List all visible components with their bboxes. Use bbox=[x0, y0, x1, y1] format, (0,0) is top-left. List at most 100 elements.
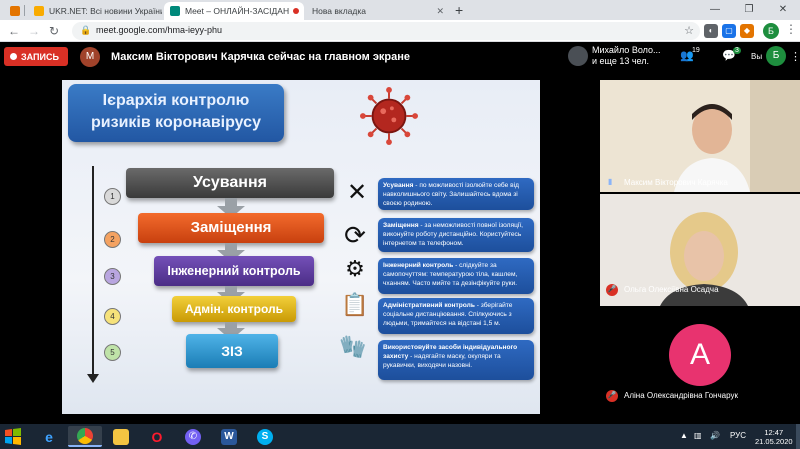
system-clock[interactable]: 12:47 21.05.2020 bbox=[755, 428, 793, 446]
extension-icon[interactable]: ◆ bbox=[740, 24, 754, 38]
pinned-tab[interactable] bbox=[4, 2, 22, 20]
skype-icon: S bbox=[257, 428, 273, 445]
volume-icon[interactable]: 🔊 bbox=[710, 431, 720, 440]
recording-badge: ЗАПИСЬ bbox=[4, 47, 68, 66]
clipboard-checklist-icon: 📋 bbox=[341, 292, 369, 317]
extension-icon[interactable]: ◐ bbox=[704, 24, 718, 38]
slide-title-line2: ризиків коронавірусу bbox=[91, 114, 261, 131]
tab-title: Meet – ОНЛАЙН-ЗАСІДАН bbox=[185, 6, 290, 16]
network-icon[interactable]: ▥ bbox=[694, 431, 702, 440]
tab-new[interactable]: Нова вкладка ✕ bbox=[306, 2, 450, 20]
mic-muted-icon: 🎤 bbox=[606, 284, 618, 296]
tab-title: UKR.NET: Всі новини України, о bbox=[49, 6, 162, 16]
tray-expand-icon[interactable]: ▲ bbox=[680, 431, 688, 440]
taskbar-word[interactable]: W bbox=[212, 426, 246, 447]
step-number: 3 bbox=[104, 268, 121, 285]
slide-title: Ієрархія контролю ризиків коронавірусу bbox=[68, 84, 284, 142]
viber-icon: ✆ bbox=[185, 428, 201, 445]
record-label: ЗАПИСЬ bbox=[21, 51, 59, 62]
gears-icon: ⚙ bbox=[345, 256, 365, 281]
tier-engineering: Інженерний контроль bbox=[154, 256, 314, 286]
tier-connector bbox=[225, 198, 237, 206]
self-avatar[interactable]: Б bbox=[766, 46, 786, 66]
mic-muted-icon: 🎤 bbox=[606, 390, 618, 402]
description-ppe: Використовуйте засоби індивідуального за… bbox=[378, 340, 534, 380]
tier-elimination: Усування bbox=[126, 168, 334, 198]
more-options-icon[interactable]: ⋮ bbox=[790, 50, 800, 63]
participant-avatar: А bbox=[669, 324, 731, 386]
tab-title: Нова вкладка bbox=[312, 6, 366, 16]
input-language[interactable]: РУС bbox=[730, 431, 746, 440]
participant-name: Максим Вікторович Карячка bbox=[624, 178, 728, 187]
taskbar-chrome[interactable] bbox=[68, 426, 102, 447]
close-tab-icon[interactable]: ✕ bbox=[432, 6, 444, 17]
show-desktop-button[interactable] bbox=[796, 424, 800, 449]
taskbar-skype[interactable]: S bbox=[248, 426, 282, 447]
description-engineering: Інженерний контроль - слідкуйте за самоп… bbox=[378, 258, 534, 294]
hierarchy-arrow bbox=[92, 166, 94, 378]
tab-divider bbox=[24, 5, 25, 16]
taskbar-explorer[interactable] bbox=[104, 426, 138, 447]
mic-active-icon: ▮ bbox=[608, 177, 613, 186]
description-substitution: Заміщення - за неможливості повної ізоля… bbox=[378, 218, 534, 252]
close-tab-icon[interactable]: ✕ bbox=[299, 6, 304, 17]
windows-start-icon[interactable] bbox=[4, 428, 22, 445]
participant-video bbox=[600, 80, 800, 192]
lock-icon: 🔒 bbox=[80, 25, 92, 35]
word-icon: W bbox=[221, 428, 237, 445]
pinned-participants[interactable]: Михайло Воло... и еще 13 чел. bbox=[592, 45, 660, 67]
tab-ukrnet[interactable]: UKR.NET: Всі новини України, о bbox=[28, 2, 162, 20]
step-number: 4 bbox=[104, 308, 121, 325]
address-bar[interactable]: 🔒 meet.google.com/hma-ieyy-phu ☆ bbox=[72, 22, 700, 40]
presenter-avatar: М bbox=[80, 47, 100, 67]
description-head: Заміщення bbox=[383, 222, 419, 229]
profile-avatar[interactable]: Б bbox=[763, 23, 779, 39]
clock-date: 21.05.2020 bbox=[755, 437, 793, 446]
tier-ppe: ЗІЗ bbox=[186, 334, 278, 368]
close-window-icon[interactable]: ✕ bbox=[766, 0, 800, 20]
taskbar-ie[interactable]: e bbox=[32, 426, 66, 447]
bookmark-star-icon[interactable]: ☆ bbox=[684, 24, 694, 37]
presentation-slide: Ієрархія контролю ризиків коронавірусу 1… bbox=[62, 80, 540, 414]
back-icon[interactable]: ← bbox=[6, 23, 22, 39]
description-head: Усування bbox=[383, 182, 414, 189]
tier-substitution: Заміщення bbox=[138, 213, 324, 243]
tab-meet[interactable]: Meet – ОНЛАЙН-ЗАСІДАН ✕ bbox=[164, 2, 304, 20]
pinned-participant-thumb[interactable] bbox=[568, 46, 588, 66]
minimize-icon[interactable]: — bbox=[698, 0, 732, 20]
participant-name: Ольга Олексіївна Осадча bbox=[624, 285, 719, 294]
browser-tab-strip: UKR.NET: Всі новини України, о Meet – ОН… bbox=[0, 0, 800, 20]
record-dot-icon bbox=[10, 53, 17, 60]
taskbar-viber[interactable]: ✆ bbox=[176, 426, 210, 447]
new-tab-button[interactable]: + bbox=[455, 2, 463, 18]
maximize-icon[interactable]: ❐ bbox=[732, 0, 766, 20]
opera-icon: O bbox=[151, 428, 163, 445]
coronavirus-icon bbox=[360, 87, 418, 145]
taskbar-opera[interactable]: O bbox=[140, 426, 174, 447]
gloves-icon: 🧤 bbox=[339, 334, 367, 359]
url-text: meet.google.com/hma-ieyy-phu bbox=[96, 25, 223, 35]
you-label: Вы bbox=[751, 52, 763, 61]
step-number: 5 bbox=[104, 344, 121, 361]
os-taskbar: e O ✆ W S ▲ ▥ 🔊 РУС 12:47 21.05.2020 bbox=[0, 424, 800, 449]
extension-icon[interactable]: ▢ bbox=[722, 24, 736, 38]
description-head: Адміністративний контроль bbox=[383, 302, 475, 309]
presenter-status: Максим Вікторович Карячка сейчас на глав… bbox=[111, 51, 411, 63]
close-x-icon: ✕ bbox=[346, 179, 368, 206]
reload-icon[interactable]: ↻ bbox=[46, 23, 62, 39]
chrome-icon bbox=[77, 427, 93, 444]
step-number: 2 bbox=[104, 231, 121, 248]
step-number: 1 bbox=[104, 188, 121, 205]
participant-tile[interactable]: 🎤 Ольга Олексіївна Осадча bbox=[600, 194, 800, 306]
pinned-more: и еще 13 чел. bbox=[592, 56, 650, 66]
refresh-cycle-icon: ⟳ bbox=[344, 220, 366, 250]
forward-icon[interactable]: → bbox=[26, 23, 42, 39]
people-count: 19 bbox=[692, 47, 700, 54]
folder-icon bbox=[113, 428, 129, 445]
tier-administrative: Адмін. контроль bbox=[172, 296, 296, 322]
browser-menu-icon[interactable]: ⋮ bbox=[785, 22, 797, 36]
chat-count: 3 bbox=[733, 47, 741, 54]
pinned-name: Михайло Воло... bbox=[592, 45, 661, 55]
participant-tile[interactable]: ▮ Максим Вікторович Карячка bbox=[600, 80, 800, 192]
hierarchy-arrow-head bbox=[87, 374, 99, 383]
